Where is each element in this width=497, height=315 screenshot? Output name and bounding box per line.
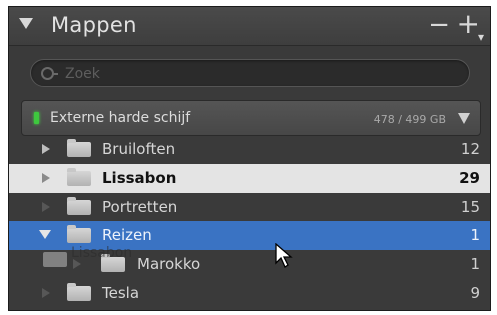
disclosure-triangle-expanded-icon[interactable]	[39, 230, 51, 239]
folder-label: Tesla	[102, 284, 140, 302]
folder-count: 15	[460, 198, 480, 216]
folder-label: Lissabon	[102, 169, 177, 187]
folder-count: 1	[470, 255, 480, 273]
panel-title: Mappen	[51, 13, 137, 37]
disclosure-triangle-icon[interactable]	[42, 288, 50, 298]
minus-icon[interactable]: −	[428, 11, 450, 39]
folder-label: Portretten	[102, 198, 178, 216]
folder-count: 12	[460, 140, 480, 158]
search-icon	[41, 67, 58, 80]
disclosure-triangle-icon[interactable]	[42, 144, 50, 154]
folder-icon	[67, 168, 91, 186]
triangle-down-icon[interactable]	[19, 18, 33, 29]
disclosure-triangle-icon[interactable]	[42, 202, 50, 212]
folders-panel: Mappen − +▾ Externe harde schijf 478 / 4…	[8, 6, 491, 311]
folder-row-portretten[interactable]: Portretten 15	[9, 193, 490, 222]
plus-icon[interactable]: + ▾	[457, 10, 484, 45]
volume-name: Externe harde schijf	[50, 110, 191, 126]
folder-icon	[67, 139, 91, 157]
search-field[interactable]	[30, 59, 470, 87]
mouse-pointer-icon	[275, 243, 293, 268]
folder-row-lissabon[interactable]: Lissabon 29	[9, 164, 490, 193]
volume-status-led	[34, 112, 39, 124]
folder-label: Reizen	[102, 226, 152, 244]
volume-header[interactable]: Externe harde schijf 478 / 499 GB	[21, 100, 481, 136]
folder-icon	[67, 283, 91, 301]
folder-row-marokko[interactable]: Marokko 1	[9, 250, 490, 279]
folder-count: 29	[459, 169, 480, 187]
disclosure-triangle-icon[interactable]	[73, 259, 81, 269]
dropdown-triangle-icon[interactable]	[458, 113, 470, 124]
panel-header[interactable]: Mappen − + ▾	[9, 7, 490, 46]
volume-size: 478 / 499 GB	[373, 113, 446, 126]
folder-icon	[101, 254, 125, 272]
folder-row-reizen[interactable]: Reizen 1	[9, 221, 490, 250]
folder-count: 1	[470, 226, 480, 244]
folder-icon	[67, 197, 91, 215]
folder-label: Bruiloften	[102, 140, 176, 158]
folder-label: Marokko	[137, 255, 201, 273]
folder-row-bruiloften[interactable]: Bruiloften 12	[9, 135, 490, 164]
folder-row-tesla[interactable]: Tesla 9	[9, 279, 490, 308]
folder-count: 9	[470, 284, 480, 302]
search-input[interactable]	[63, 63, 447, 85]
disclosure-triangle-icon[interactable]	[42, 173, 50, 183]
folder-icon	[67, 225, 91, 243]
